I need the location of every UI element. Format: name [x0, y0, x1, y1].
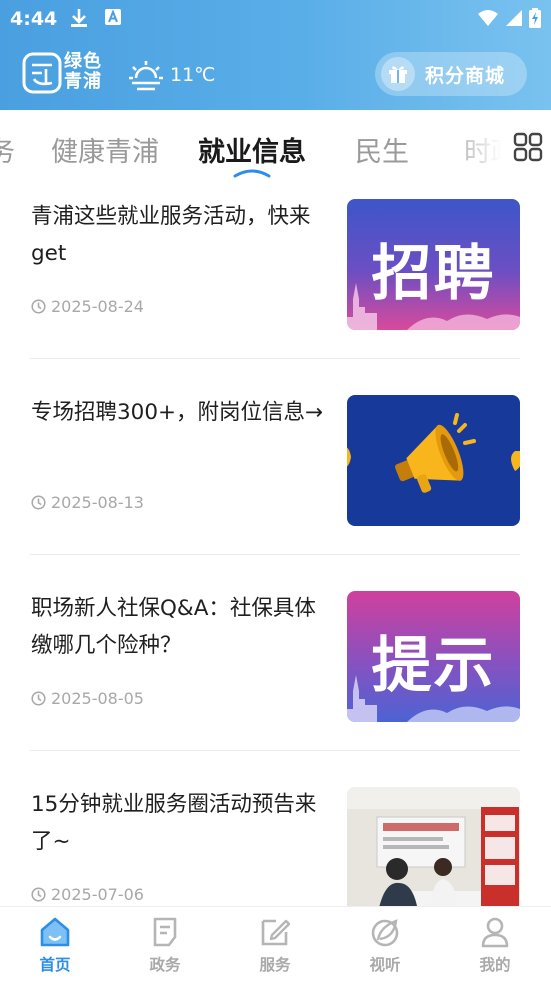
nav-government[interactable]: 政务 — [125, 915, 205, 975]
tab-health[interactable]: 健康青浦 — [51, 130, 159, 169]
list-item[interactable]: 职场新人社保Q&A：社保具体缴哪几个险种？ 2025-08-05 提示 — [30, 582, 520, 778]
divider — [30, 750, 520, 751]
nav-home-label: 首页 — [39, 956, 71, 974]
article-date: 2025-07-06 — [31, 885, 144, 904]
article-title: 青浦这些就业服务活动，快来get — [31, 204, 311, 266]
gift-icon — [381, 57, 415, 91]
download-icon — [71, 9, 87, 27]
points-mall-button[interactable]: 积分商城 — [375, 52, 527, 96]
article-date: 2025-08-13 — [31, 493, 144, 512]
meeting-photo — [347, 787, 520, 906]
status-icons — [477, 8, 541, 28]
tab-employment[interactable]: 就业信息 — [198, 130, 306, 169]
article-thumbnail — [347, 787, 520, 906]
divider — [30, 554, 520, 555]
list-item[interactable]: 15分钟就业服务圈活动预告来了~ 2025-07-06 — [30, 778, 520, 906]
status-bar: 4:44 — [0, 0, 551, 38]
category-tabs: 务 健康青浦 就业信息 民生 时政 — [0, 110, 551, 190]
clock-icon — [31, 887, 46, 902]
header: 4:44 绿色 青浦 11℃ 积分商城 — [0, 0, 551, 110]
tab-active-indicator — [233, 169, 271, 178]
person-icon — [481, 917, 509, 948]
clock-icon — [31, 495, 46, 510]
logo-line2: 青浦 — [64, 71, 102, 92]
article-title: 职场新人社保Q&A：社保具体缴哪几个险种？ — [31, 596, 316, 658]
article-date: 2025-08-05 — [31, 689, 144, 708]
edit-icon — [261, 919, 291, 946]
article-thumbnail: 招聘 — [347, 199, 520, 330]
leaf-icon — [371, 919, 399, 947]
clock-icon — [31, 299, 46, 314]
logo-text: 绿色 青浦 — [64, 52, 102, 92]
home-icon — [40, 917, 70, 947]
article-date: 2025-08-24 — [31, 297, 144, 316]
nav-media[interactable]: 视听 — [345, 915, 425, 975]
status-time: 4:44 — [10, 8, 58, 30]
nav-profile-label: 我的 — [479, 956, 511, 974]
nav-services[interactable]: 服务 — [235, 915, 315, 975]
list-item[interactable]: 青浦这些就业服务活动，快来get 2025-08-24 招聘 — [30, 190, 520, 386]
tab-partial-left[interactable]: 务 — [0, 130, 15, 169]
clock-icon — [31, 691, 46, 706]
nav-home[interactable]: 首页 — [15, 915, 95, 975]
thumbnail-text: 提示 — [371, 631, 496, 701]
nav-services-label: 服务 — [259, 956, 291, 974]
wifi-icon — [478, 10, 498, 26]
bottom-navigation: 首页 政务 服务 视听 我的 — [0, 906, 551, 981]
temperature: 11℃ — [170, 64, 216, 86]
nav-media-label: 视听 — [369, 956, 401, 974]
article-title: 专场招聘300+，附岗位信息→ — [31, 400, 324, 425]
list-item[interactable]: 专场招聘300+，附岗位信息→ 2025-08-13 — [30, 386, 520, 582]
nav-profile[interactable]: 我的 — [455, 915, 535, 975]
weather-widget[interactable]: 11℃ — [128, 58, 216, 92]
article-thumbnail — [347, 395, 520, 526]
battery-icon — [529, 8, 541, 28]
article-title: 15分钟就业服务圈活动预告来了~ — [31, 792, 317, 854]
nav-government-label: 政务 — [149, 956, 181, 974]
article-date-text: 2025-07-06 — [51, 885, 144, 904]
article-date-text: 2025-08-24 — [51, 297, 144, 316]
thumbnail-text: 招聘 — [371, 239, 496, 309]
tab-livelihood[interactable]: 民生 — [355, 130, 409, 169]
article-feed: 青浦这些就业服务活动，快来get 2025-08-24 招聘 专场招聘300+，… — [0, 190, 551, 906]
logo-line1: 绿色 — [64, 51, 102, 72]
article-date-text: 2025-08-13 — [51, 493, 144, 512]
points-mall-label: 积分商城 — [425, 64, 506, 87]
sun-haze-icon — [129, 61, 163, 91]
grid-menu-icon[interactable] — [513, 132, 543, 162]
keyboard-a-icon — [105, 9, 121, 25]
article-thumbnail: 提示 — [347, 591, 520, 722]
divider — [30, 358, 520, 359]
megaphone-icon — [347, 413, 520, 493]
app-screen: 4:44 绿色 青浦 11℃ 积分商城 务 健康青浦 就业信息 民生 青浦这些就… — [0, 0, 551, 981]
app-logo: 绿色 青浦 — [22, 52, 108, 94]
signal-icon — [506, 10, 522, 26]
article-date-text: 2025-08-05 — [51, 689, 144, 708]
document-icon — [153, 917, 177, 947]
